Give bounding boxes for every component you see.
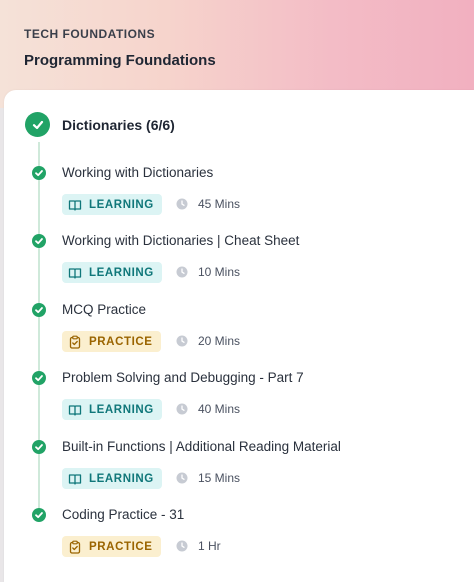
badge-label: PRACTICE (89, 335, 153, 348)
type-badge: PRACTICE (62, 331, 161, 352)
badge-label: LEARNING (89, 266, 154, 279)
course-title: Programming Foundations (24, 52, 216, 69)
check-dot-icon (32, 303, 46, 317)
list-item[interactable]: Working with Dictionaries LEARNING 45 Mi… (0, 165, 474, 226)
duration: 10 Mins (176, 265, 240, 279)
check-dot-icon (32, 508, 46, 522)
item-title[interactable]: Working with Dictionaries (62, 165, 213, 180)
type-badge: LEARNING (62, 262, 162, 283)
book-icon (68, 403, 82, 417)
list-item[interactable]: Problem Solving and Debugging - Part 7 L… (0, 370, 474, 431)
item-title[interactable]: Built-in Functions | Additional Reading … (62, 439, 341, 454)
duration-text: 1 Hr (198, 539, 221, 553)
duration: 45 Mins (176, 197, 240, 211)
item-title[interactable]: Problem Solving and Debugging - Part 7 (62, 370, 304, 385)
clock-icon (176, 266, 188, 278)
clock-icon (176, 403, 188, 415)
check-dot-icon (32, 234, 46, 248)
type-badge: LEARNING (62, 194, 162, 215)
badge-label: LEARNING (89, 472, 154, 485)
type-badge: LEARNING (62, 399, 162, 420)
duration: 40 Mins (176, 402, 240, 416)
track-label: TECH FOUNDATIONS (24, 27, 156, 41)
check-dot-icon (32, 440, 46, 454)
duration-text: 10 Mins (198, 265, 241, 279)
check-dot-icon (32, 371, 46, 385)
check-circle-icon (25, 112, 50, 137)
section-title[interactable]: Dictionaries (6/6) (62, 117, 175, 133)
duration-text: 20 Mins (198, 334, 241, 348)
list-item[interactable]: Working with Dictionaries | Cheat Sheet … (0, 233, 474, 294)
duration-text: 40 Mins (198, 402, 241, 416)
clock-icon (176, 198, 188, 210)
duration-text: 45 Mins (198, 197, 241, 211)
book-icon (68, 266, 82, 280)
duration: 1 Hr (176, 539, 221, 553)
badge-label: LEARNING (89, 198, 154, 211)
clock-icon (176, 335, 188, 347)
duration: 20 Mins (176, 334, 240, 348)
item-title[interactable]: Working with Dictionaries | Cheat Sheet (62, 233, 299, 248)
duration: 15 Mins (176, 471, 240, 485)
type-badge: LEARNING (62, 468, 162, 489)
book-icon (68, 472, 82, 486)
check-dot-icon (32, 166, 46, 180)
list-item[interactable]: Coding Practice - 31 PRACTICE 1 Hr (0, 507, 474, 568)
clock-icon (176, 540, 188, 552)
clipboard-icon (68, 335, 82, 349)
list-item[interactable]: Built-in Functions | Additional Reading … (0, 439, 474, 500)
type-badge: PRACTICE (62, 536, 161, 557)
clock-icon (176, 472, 188, 484)
item-title[interactable]: MCQ Practice (62, 302, 146, 317)
duration-text: 15 Mins (198, 471, 241, 485)
clipboard-icon (68, 540, 82, 554)
badge-label: PRACTICE (89, 540, 153, 553)
list-item[interactable]: MCQ Practice PRACTICE 20 Mins (0, 302, 474, 363)
badge-label: LEARNING (89, 403, 154, 416)
item-title[interactable]: Coding Practice - 31 (62, 507, 184, 522)
book-icon (68, 198, 82, 212)
